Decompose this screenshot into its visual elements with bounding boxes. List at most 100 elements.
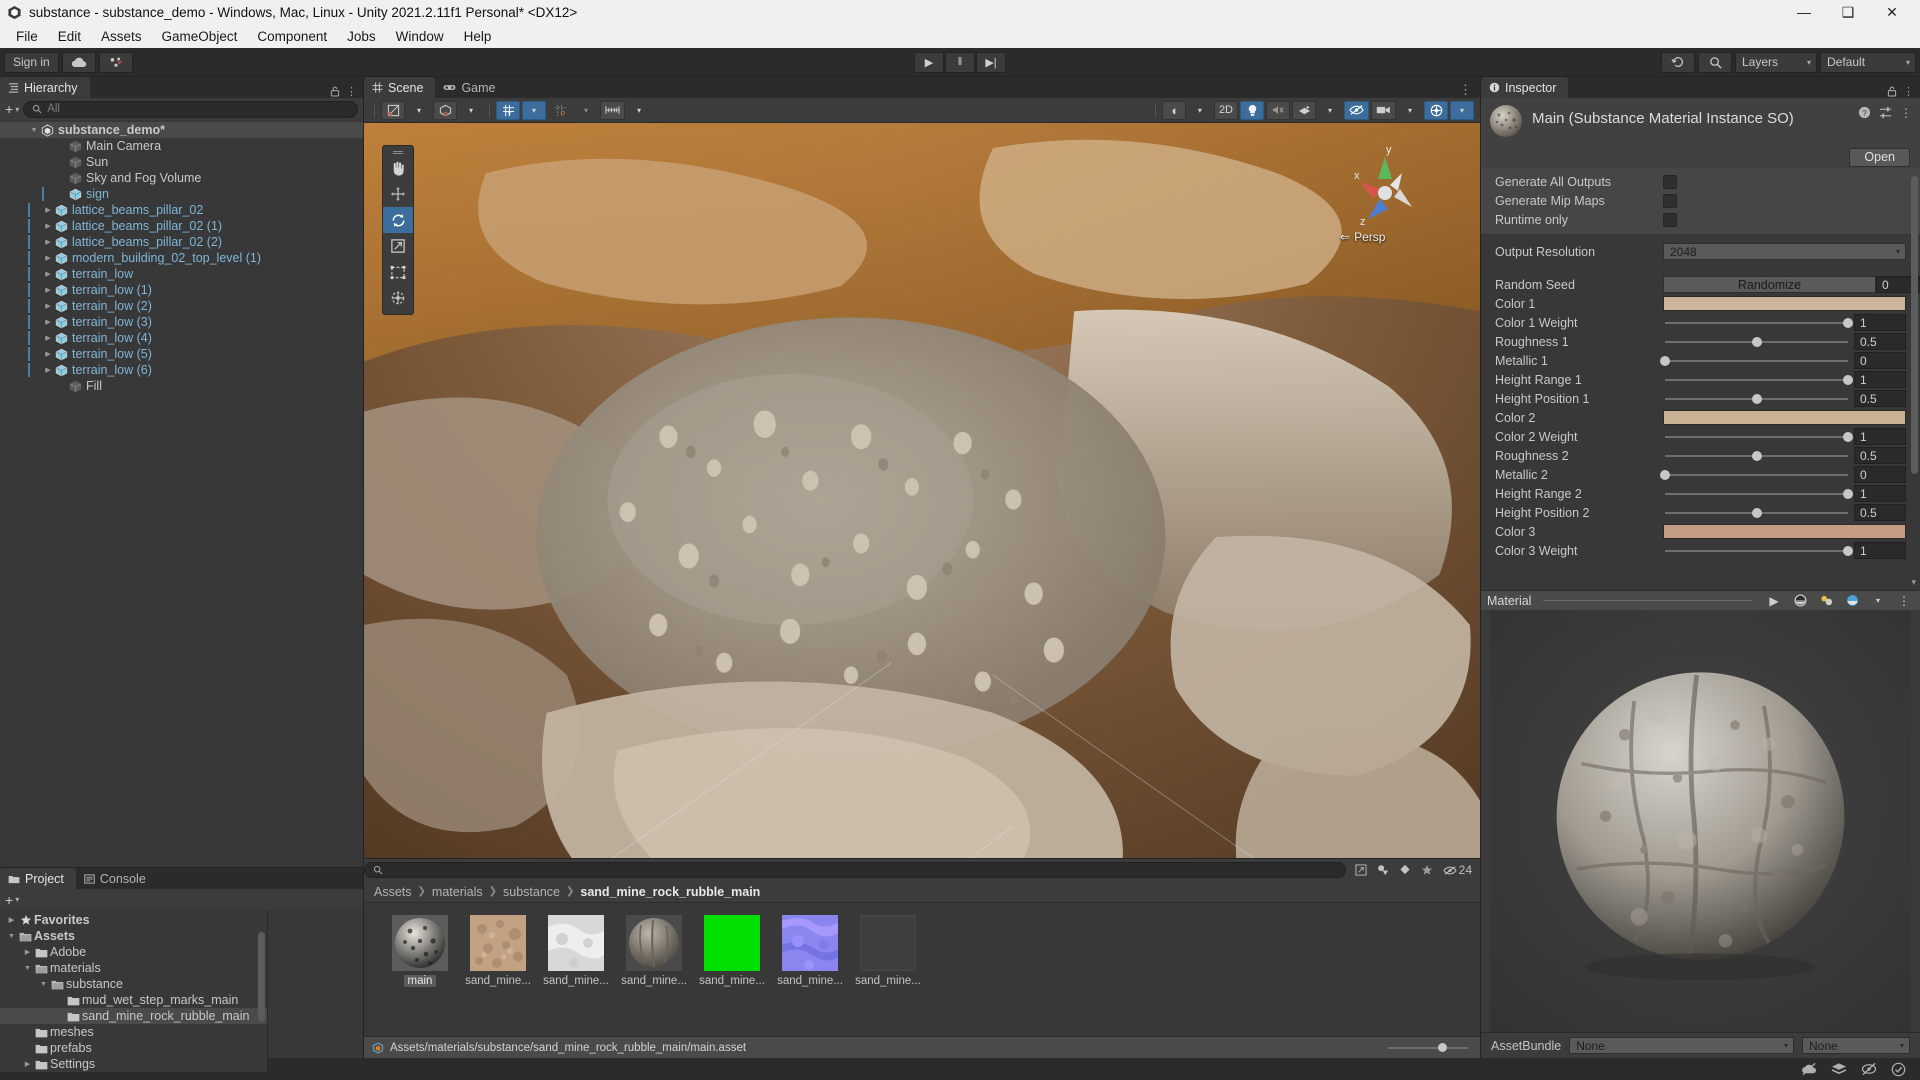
hierarchy-item-lattice-beams-pillar-02[interactable]: ▶ lattice_beams_pillar_02 xyxy=(0,202,363,218)
material-preview[interactable] xyxy=(1481,610,1920,1032)
expand-arrow[interactable]: ▼ xyxy=(38,981,49,988)
grid-size-caret[interactable]: ▾ xyxy=(627,101,651,120)
slider-knob[interactable] xyxy=(1660,355,1670,366)
expand-arrow[interactable]: ▶ xyxy=(42,302,54,310)
open-button[interactable]: Open xyxy=(1849,147,1910,167)
slider[interactable] xyxy=(1663,504,1850,521)
hierarchy-item-sign[interactable]: ▶ sign xyxy=(0,186,363,202)
hierarchy-item-lattice-beams-pillar-02-1-[interactable]: ▶ lattice_beams_pillar_02 (1) xyxy=(0,218,363,234)
hand-tool-button[interactable] xyxy=(383,155,413,181)
layers-dropdown[interactable]: Layers ▾ xyxy=(1735,51,1817,73)
snap-increment-button[interactable] xyxy=(548,101,572,120)
project-folder-assets[interactable]: ▼ Assets xyxy=(0,928,267,944)
menu-assets[interactable]: Assets xyxy=(91,27,152,46)
assets-grid[interactable]: main sand_mine... sand_mine... sand_mine...… xyxy=(364,903,1480,1036)
maximize-button[interactable]: ❑ xyxy=(1826,0,1870,24)
lock-icon[interactable] xyxy=(330,86,340,97)
tab-hierarchy[interactable]: Hierarchy xyxy=(0,77,90,98)
scroll-down-arrow[interactable]: ▾ xyxy=(1911,577,1916,588)
rotate-tool-button[interactable] xyxy=(383,207,413,233)
audio-toggle-button[interactable] xyxy=(1266,100,1290,120)
camera-settings-button[interactable] xyxy=(1371,100,1396,120)
project-folder-materials[interactable]: ▼ materials xyxy=(0,960,267,976)
color-swatch[interactable] xyxy=(1663,410,1906,425)
ok-icon[interactable] xyxy=(1891,1062,1906,1077)
menu-window[interactable]: Window xyxy=(386,27,454,46)
output-resolution-dropdown[interactable]: 2048 ▾ xyxy=(1663,243,1906,260)
slider[interactable] xyxy=(1663,542,1853,559)
inspector-properties[interactable]: Generate All Outputs Generate Mip Maps Run… xyxy=(1481,168,1920,590)
checkbox[interactable] xyxy=(1663,193,1677,208)
panel-menu-icon[interactable]: ⋮ xyxy=(346,85,357,98)
expand-arrow[interactable]: ▼ xyxy=(22,965,33,972)
property-value[interactable]: 1 xyxy=(1854,371,1906,388)
breadcrumb-assets[interactable]: Assets xyxy=(374,885,412,899)
layers-status-icon[interactable] xyxy=(1831,1062,1847,1076)
play-button[interactable]: ▶ xyxy=(914,51,944,73)
hierarchy-item-modern-building-02-top-level-1-[interactable]: ▶ modern_building_02_top_level (1) xyxy=(0,250,363,266)
property-value[interactable]: 1 xyxy=(1854,428,1906,445)
slider[interactable] xyxy=(1663,390,1850,407)
hierarchy-item-fill[interactable]: ▶ Fill xyxy=(0,378,363,394)
expand-arrow[interactable]: ▶ xyxy=(42,206,54,214)
play-icon[interactable]: ▶ xyxy=(1764,593,1784,609)
undo-history-icon[interactable] xyxy=(1661,51,1695,73)
projection-mode-label[interactable]: Persp xyxy=(1354,230,1385,244)
assetbundle-dropdown[interactable]: None ▾ xyxy=(1569,1037,1794,1054)
asset-cell[interactable]: sand_mine... xyxy=(538,915,614,987)
grid-size-button[interactable] xyxy=(600,100,625,120)
asset-cell[interactable]: sand_mine... xyxy=(850,915,926,987)
label-filter-icon[interactable] xyxy=(1394,862,1416,879)
scroll-thumb[interactable] xyxy=(1911,176,1918,475)
menu-component[interactable]: Component xyxy=(247,27,337,46)
property-value[interactable]: 0.5 xyxy=(1854,447,1906,464)
slider[interactable] xyxy=(1663,371,1853,388)
asset-cell[interactable]: sand_mine... xyxy=(460,915,536,987)
expand-arrow[interactable]: ▶ xyxy=(42,366,54,374)
property-value[interactable]: 0.5 xyxy=(1854,390,1906,407)
step-button[interactable]: ▶| xyxy=(976,51,1006,73)
gizmos-toggle-button[interactable] xyxy=(1424,100,1448,120)
project-search-input[interactable] xyxy=(364,862,1346,878)
expand-arrow[interactable]: ▶ xyxy=(42,350,54,358)
color-swatch[interactable] xyxy=(1663,524,1906,539)
help-icon[interactable]: ? xyxy=(1858,106,1871,120)
expand-arrow[interactable]: ▼ xyxy=(28,127,40,134)
expand-arrow[interactable]: ▶ xyxy=(22,1060,33,1068)
slider[interactable] xyxy=(1660,466,1850,483)
slider-knob[interactable] xyxy=(1843,374,1853,385)
property-value[interactable]: 0.5 xyxy=(1854,504,1906,521)
pivot-mode-caret[interactable]: ▾ xyxy=(407,101,431,120)
component-menu-icon[interactable]: ⋮ xyxy=(1900,106,1912,120)
expand-arrow[interactable]: ▶ xyxy=(42,238,54,246)
project-folder-meshes[interactable]: ▶meshes xyxy=(0,1024,267,1040)
hierarchy-item-terrain-low-2-[interactable]: ▶ terrain_low (2) xyxy=(0,298,363,314)
favorite-icon[interactable] xyxy=(1416,862,1438,879)
asset-cell[interactable]: sand_mine... xyxy=(694,915,770,987)
transform-tool-button[interactable] xyxy=(383,285,413,311)
slider-knob[interactable] xyxy=(1843,431,1853,442)
2d-toggle-button[interactable]: 2D xyxy=(1213,100,1238,120)
project-folder-adobe[interactable]: ▶ Adobe xyxy=(0,944,267,960)
tab-inspector[interactable]: Inspector xyxy=(1481,77,1569,98)
expand-arrow[interactable]: ▶ xyxy=(42,334,54,342)
slider-knob[interactable] xyxy=(1751,393,1762,404)
expand-arrow[interactable]: ▶ xyxy=(42,270,54,278)
type-filter-icon[interactable] xyxy=(1372,862,1394,879)
project-folder-favorites[interactable]: ▶ Favorites xyxy=(0,912,267,928)
shading-mode-button[interactable]: ◖ xyxy=(1161,100,1186,120)
menu-gameobject[interactable]: GameObject xyxy=(152,27,248,46)
menu-help[interactable]: Help xyxy=(454,27,502,46)
slider[interactable] xyxy=(1663,428,1853,445)
minimize-button[interactable]: — xyxy=(1782,0,1826,24)
slider[interactable] xyxy=(1663,485,1853,502)
slider-knob[interactable] xyxy=(1437,1042,1447,1052)
expand-arrow[interactable]: ▶ xyxy=(22,948,33,956)
tab-console[interactable]: Console xyxy=(76,868,158,889)
expand-arrow[interactable]: ▶ xyxy=(42,222,54,230)
property-value[interactable]: 1 xyxy=(1854,485,1906,502)
menu-edit[interactable]: Edit xyxy=(48,27,91,46)
gizmos-caret[interactable]: ▾ xyxy=(1450,100,1474,120)
asset-cell[interactable]: sand_mine... xyxy=(616,915,692,987)
slider-knob[interactable] xyxy=(1843,317,1853,328)
